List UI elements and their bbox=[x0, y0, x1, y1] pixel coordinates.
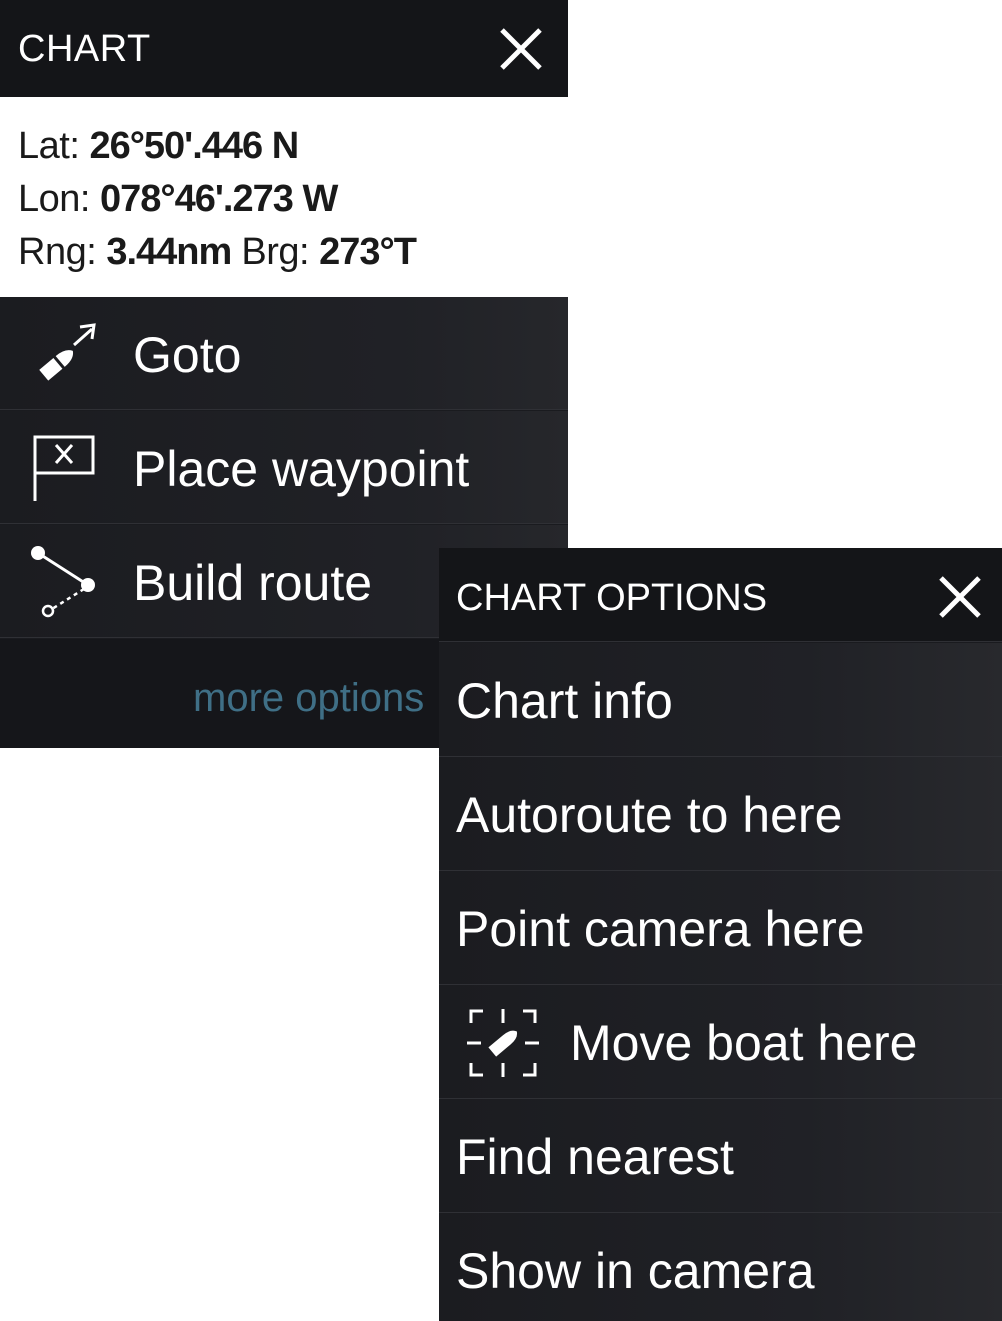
position-readout: Lat: 26°50'.446 N Lon: 078°46'.273 W Rng… bbox=[18, 120, 417, 279]
lat-label: Lat: bbox=[18, 125, 80, 167]
goto-label: Goto bbox=[133, 327, 242, 383]
chart-info-label: Chart info bbox=[456, 673, 673, 729]
chart-menu-header: CHART bbox=[0, 0, 568, 97]
chart-menu-title: CHART bbox=[18, 28, 151, 70]
range-bearing-line: Rng: 3.44nm Brg: 273°T bbox=[18, 226, 417, 279]
latitude-line: Lat: 26°50'.446 N bbox=[18, 120, 416, 173]
place-waypoint-menu-item[interactable]: Place waypoint bbox=[0, 411, 568, 524]
rng-label: Rng: bbox=[18, 231, 97, 273]
find-nearest-menu-item[interactable]: Find nearest bbox=[439, 1099, 1002, 1213]
show-in-camera-menu-item[interactable]: Show in camera bbox=[439, 1213, 1002, 1321]
move-boat-menu-item[interactable]: Move boat here bbox=[439, 985, 1002, 1099]
route-icon bbox=[28, 545, 100, 621]
goto-menu-item[interactable]: Goto bbox=[0, 297, 568, 410]
show-in-camera-label: Show in camera bbox=[456, 1243, 815, 1299]
waypoint-flag-icon bbox=[28, 431, 100, 507]
point-camera-label: Point camera here bbox=[456, 901, 865, 957]
brg-label: Brg: bbox=[241, 231, 310, 273]
close-icon[interactable] bbox=[935, 572, 985, 622]
longitude-line: Lon: 078°46'.273 W bbox=[18, 173, 416, 226]
move-boat-label: Move boat here bbox=[570, 1015, 918, 1071]
rng-value: 3.44nm bbox=[106, 231, 232, 273]
goto-icon bbox=[28, 317, 100, 393]
move-boat-icon bbox=[465, 1005, 541, 1081]
brg-value: 273°T bbox=[319, 231, 417, 273]
close-icon[interactable] bbox=[496, 24, 546, 74]
chart-info-menu-item[interactable]: Chart info bbox=[439, 643, 1002, 757]
find-nearest-label: Find nearest bbox=[456, 1129, 734, 1185]
lat-value: 26°50'.446 N bbox=[89, 125, 299, 167]
lon-value: 078°46'.273 W bbox=[100, 178, 338, 220]
autoroute-label: Autoroute to here bbox=[456, 787, 843, 843]
chart-options-title: CHART OPTIONS bbox=[456, 577, 768, 619]
lon-label: Lon: bbox=[18, 178, 90, 220]
build-route-label: Build route bbox=[133, 555, 373, 611]
chart-options-menu: CHART OPTIONS Chart info Autoroute to he… bbox=[439, 548, 1002, 1321]
more-options-link[interactable]: more options bbox=[193, 676, 424, 720]
point-camera-menu-item[interactable]: Point camera here bbox=[439, 871, 1002, 985]
place-waypoint-label: Place waypoint bbox=[133, 441, 470, 497]
chart-options-header: CHART OPTIONS bbox=[439, 548, 1002, 642]
autoroute-menu-item[interactable]: Autoroute to here bbox=[439, 757, 1002, 871]
